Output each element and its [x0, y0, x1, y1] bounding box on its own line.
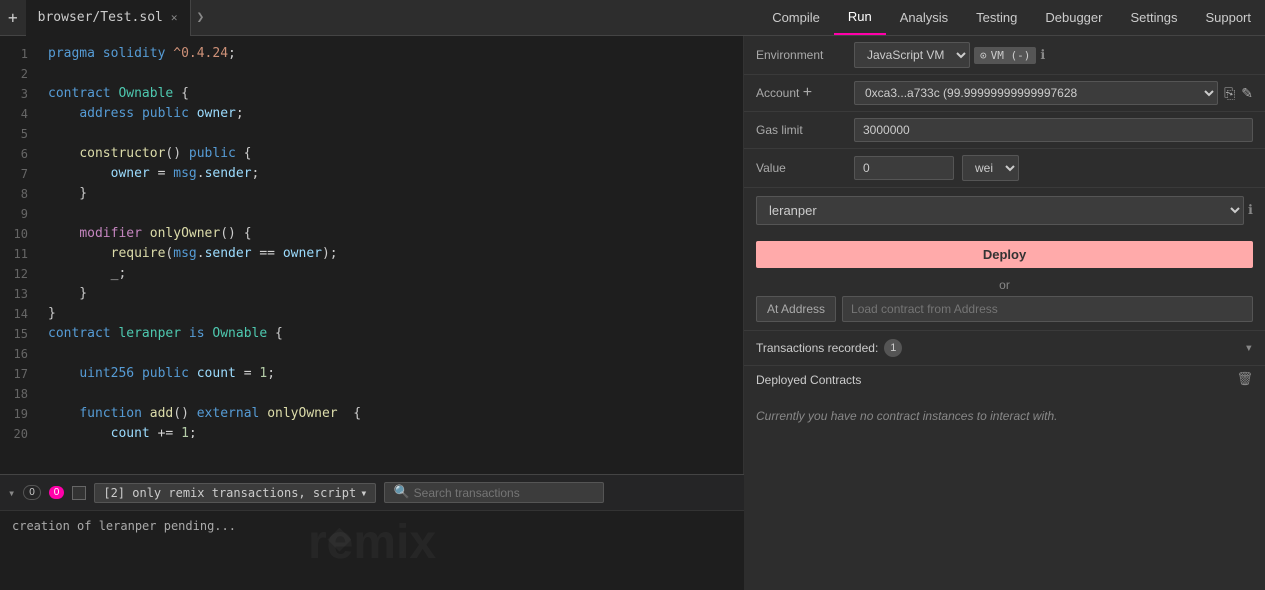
error-count-badge: 0 [23, 485, 41, 500]
nav-analysis[interactable]: Analysis [886, 0, 962, 35]
nav-arrow-icon: ❯ [191, 10, 211, 25]
at-address-row: At Address [756, 296, 1253, 322]
edit-account-button[interactable]: ✎ [1241, 85, 1253, 102]
console-area: ◆ remix creation of leranper pending... [0, 510, 744, 590]
warning-count-badge: 0 [49, 486, 65, 499]
contract-info-icon[interactable]: ℹ [1248, 203, 1253, 218]
gas-limit-label: Gas limit [756, 123, 846, 137]
tab-filename: browser/Test.sol [38, 10, 163, 25]
eth-watermark: ◆ [327, 514, 351, 560]
account-row: Account + 0xca3...a733c (99.999999999999… [744, 75, 1265, 112]
environment-label: Environment [756, 48, 846, 62]
code-content: pragma solidity ^0.4.24; contract Ownabl… [36, 36, 743, 438]
vm-badge-label: VM (-) [991, 49, 1031, 62]
clear-contracts-icon[interactable]: 🗑 [1236, 372, 1253, 387]
at-address-input[interactable] [842, 296, 1253, 322]
deployed-contracts-section: Deployed Contracts 🗑 Currently you have … [744, 365, 1265, 443]
tx-recorded-label: Transactions recorded: 1 [756, 339, 1245, 357]
gas-limit-row: Gas limit [744, 112, 1265, 149]
tab-close-icon[interactable]: ✕ [171, 11, 178, 24]
transactions-recorded-row[interactable]: Transactions recorded: 1 ▾ [744, 330, 1265, 365]
deploy-section: Deploy or At Address [744, 233, 1265, 330]
value-unit-select[interactable]: wei [962, 155, 1019, 181]
account-controls: 0xca3...a733c (99.99999999999997628 ⎘ ✎ [854, 81, 1253, 105]
search-icon: 🔍 [393, 485, 409, 500]
no-contracts-message: Currently you have no contract instances… [756, 395, 1253, 437]
tx-count-badge: 1 [884, 339, 902, 357]
tx-checkbox[interactable] [72, 486, 86, 500]
tx-filter-label: [2] only remix transactions, script [103, 486, 356, 500]
code-editor[interactable]: 12345 678910 1112131415 1617181920 21222… [0, 36, 744, 474]
deployed-contracts-title: Deployed Contracts [756, 373, 861, 387]
account-select[interactable]: 0xca3...a733c (99.99999999999997628 [854, 81, 1218, 105]
vm-badge: ⊙ VM (-) [974, 47, 1036, 64]
value-label: Value [756, 161, 846, 175]
tx-filter-dropdown[interactable]: [2] only remix transactions, script ▾ [94, 483, 376, 503]
console-message: creation of leranper pending... [12, 519, 236, 533]
nav-items: Compile Run Analysis Testing Debugger Se… [758, 0, 1265, 35]
remix-watermark: remix [308, 515, 436, 570]
top-nav: + browser/Test.sol ✕ ❯ Compile Run Analy… [0, 0, 1265, 36]
value-input[interactable] [854, 156, 954, 180]
search-input[interactable] [414, 486, 596, 500]
contract-selector-row: leranper ℹ [744, 188, 1265, 233]
editor-wrapper: 12345 678910 1112131415 1617181920 21222… [0, 36, 744, 590]
copy-account-button[interactable]: ⎘ [1224, 85, 1235, 102]
transactions-chevron-icon: ▾ [1245, 340, 1253, 356]
nav-support[interactable]: Support [1191, 0, 1265, 35]
dropdown-arrow-icon: ▾ [360, 486, 367, 500]
right-panel: Environment JavaScript VM ⊙ VM (-) ℹ Acc… [744, 36, 1265, 590]
gas-limit-input[interactable] [854, 118, 1253, 142]
add-account-button[interactable]: + [803, 84, 812, 102]
nav-compile[interactable]: Compile [758, 0, 834, 35]
nav-run[interactable]: Run [834, 0, 886, 35]
nav-testing[interactable]: Testing [962, 0, 1031, 35]
editor-content: 12345 678910 1112131415 1617181920 21222… [0, 36, 743, 438]
environment-select[interactable]: JavaScript VM [854, 42, 970, 68]
editor-tab: browser/Test.sol ✕ [26, 0, 191, 36]
search-box: 🔍 [384, 482, 604, 503]
menu-icon[interactable]: + [0, 8, 26, 27]
bottom-bar: ▾ 0 0 [2] only remix transactions, scrip… [0, 474, 744, 510]
deploy-button[interactable]: Deploy [756, 241, 1253, 268]
account-label: Account + [756, 84, 846, 102]
environment-info-icon[interactable]: ℹ [1040, 48, 1045, 63]
deployed-header: Deployed Contracts 🗑 [756, 372, 1253, 387]
contract-select[interactable]: leranper [756, 196, 1244, 225]
vm-icon: ⊙ [980, 49, 987, 62]
nav-settings[interactable]: Settings [1116, 0, 1191, 35]
or-divider: or [756, 278, 1253, 292]
env-row: JavaScript VM ⊙ VM (-) ℹ [854, 42, 1253, 68]
main-area: 12345 678910 1112131415 1617181920 21222… [0, 36, 1265, 590]
value-row: Value wei [744, 149, 1265, 188]
environment-row: Environment JavaScript VM ⊙ VM (-) ℹ [744, 36, 1265, 75]
chevron-down-icon[interactable]: ▾ [8, 486, 15, 500]
at-address-button[interactable]: At Address [756, 296, 836, 322]
nav-debugger[interactable]: Debugger [1031, 0, 1116, 35]
line-numbers: 12345 678910 1112131415 1617181920 21222… [0, 36, 36, 438]
